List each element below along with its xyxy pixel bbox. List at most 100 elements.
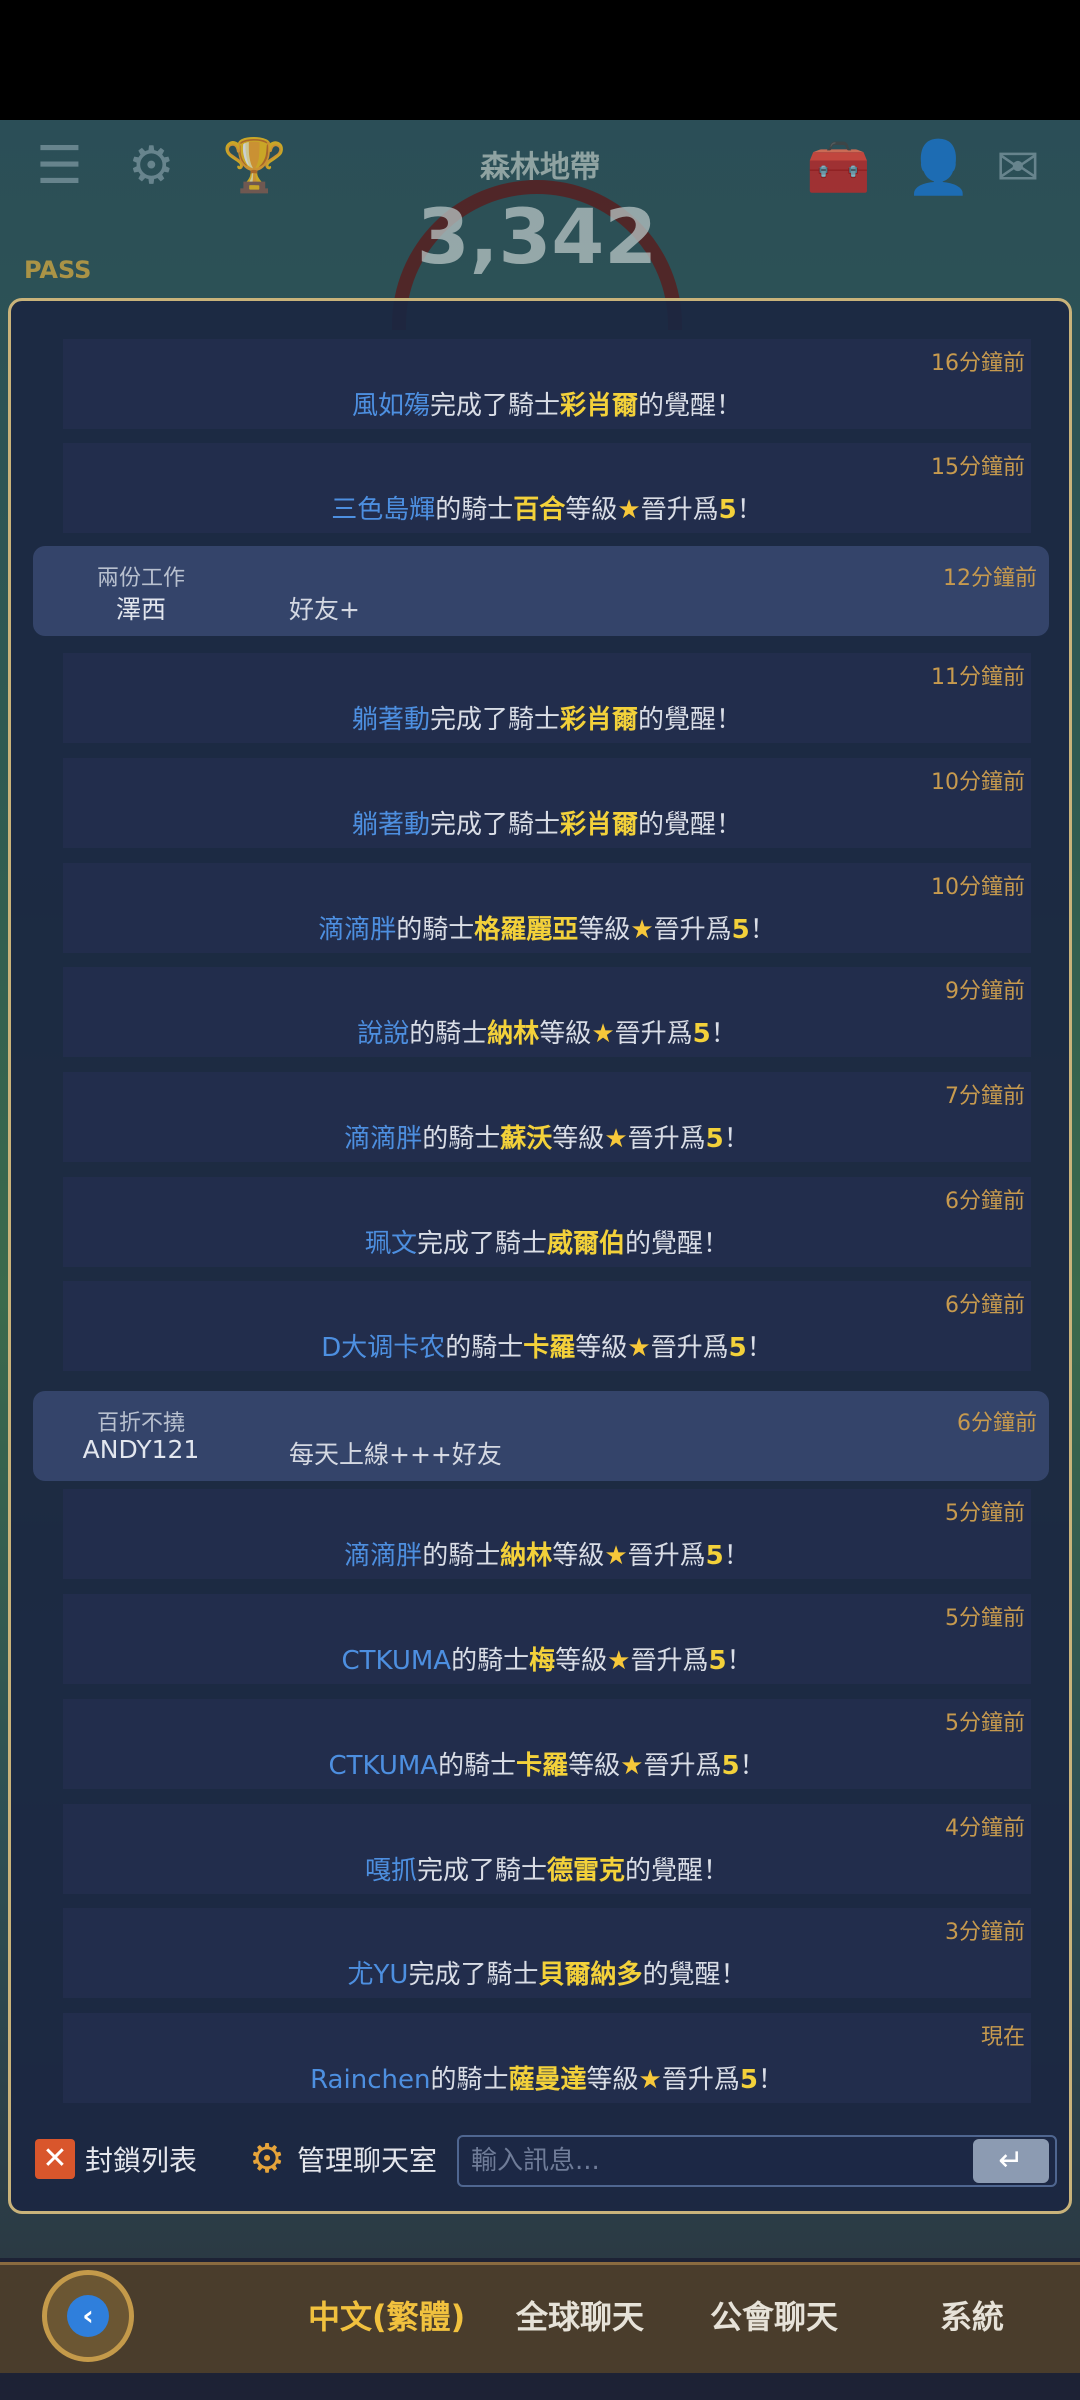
tab-system[interactable]: 系統 — [940, 2292, 1004, 2338]
message-phrase: 完成了騎士 — [416, 1229, 547, 1259]
user-name[interactable]: D大调卡农 — [321, 1333, 445, 1363]
message-phrase: 的騎士 — [451, 1646, 530, 1676]
user-name[interactable]: 滴滴胖 — [318, 915, 396, 945]
message-text: CTKUMA的騎士卡羅等級★晉升爲5！ — [63, 1745, 1031, 1782]
block-list-label: 封鎖列表 — [85, 2144, 198, 2177]
star-icon: ★ — [620, 1751, 644, 1781]
knight-name: 威爾伯 — [547, 1229, 626, 1259]
knight-name: 彩肖爾 — [560, 391, 639, 421]
user-name[interactable]: 說說 — [357, 1019, 409, 1049]
enter-icon: ↵ — [998, 2143, 1024, 2178]
block-icon: ✕ — [35, 2139, 75, 2179]
manage-chatroom-button[interactable]: ⚙ 管理聊天室 — [247, 2137, 437, 2181]
user-name[interactable]: 三色島輝 — [331, 495, 435, 525]
timestamp: 5分鐘前 — [945, 1501, 1025, 1526]
friends-icon[interactable]: 👤 — [906, 142, 971, 194]
message-phrase: 等級 — [568, 1751, 621, 1781]
user-name[interactable]: 風如殤 — [352, 391, 430, 421]
chat-panel: 16分鐘前 風如殤完成了騎士彩肖爾的覺醒！ 15分鐘前 三色島輝的騎士百合等級★晉升爲… — [8, 298, 1072, 2214]
message-phrase: 完成了騎士 — [429, 391, 560, 421]
message-text: 尤YU完成了騎士貝爾納多的覺醒！ — [63, 1954, 1031, 1991]
knight-name: 薩曼達 — [508, 2065, 587, 2095]
tab-guild-chat[interactable]: 公會聊天 — [710, 2292, 838, 2338]
message-phrase: 完成了騎士 — [408, 1960, 539, 1990]
message-text: 三色島輝的騎士百合等級★晉升爲5！ — [63, 489, 1031, 526]
level-value: 5 — [739, 2065, 758, 2095]
user-name[interactable]: 澤西 — [61, 590, 221, 626]
user-name[interactable]: ANDY121 — [61, 1435, 221, 1464]
user-name[interactable]: 嘎抓 — [365, 1856, 417, 1886]
knight-name: 卡羅 — [523, 1333, 576, 1363]
user-name[interactable]: CTKUMA — [328, 1751, 438, 1781]
chat-text: 每天上線+++好友 — [289, 1440, 502, 1469]
user-name[interactable]: 滴滴胖 — [344, 1124, 422, 1154]
knight-name: 彩肖爾 — [560, 705, 639, 735]
timestamp: 4分鐘前 — [945, 1816, 1025, 1841]
message-phrase: 等級 — [578, 915, 631, 945]
pass-badge[interactable]: PASS — [24, 256, 91, 284]
message-phrase: 的騎士 — [409, 1019, 488, 1049]
message-phrase: 晉升爲 — [627, 1541, 706, 1571]
score-value: 3,342 — [416, 192, 658, 281]
message-phrase: 的騎士 — [422, 1541, 501, 1571]
back-arrow-icon: ‹ — [67, 2295, 109, 2337]
timestamp: 5分鐘前 — [945, 1606, 1025, 1631]
system-message: 6分鐘前 珮文完成了騎士威爾伯的覺醒！ — [63, 1177, 1031, 1267]
message-phrase: ！ — [736, 495, 763, 525]
message-phrase: 晉升爲 — [653, 915, 732, 945]
user-name[interactable]: CTKUMA — [341, 1646, 451, 1676]
trophy-icon[interactable]: 🏆 — [222, 140, 287, 192]
timestamp: 16分鐘前 — [931, 351, 1025, 376]
timestamp: 15分鐘前 — [931, 455, 1025, 480]
timestamp: 10分鐘前 — [931, 770, 1025, 795]
user-name[interactable]: 躺著動 — [352, 705, 430, 735]
level-value: 5 — [705, 1541, 724, 1571]
timestamp: 5分鐘前 — [945, 1711, 1025, 1736]
message-text: 說說的騎士納林等級★晉升爲5！ — [63, 1013, 1031, 1050]
user-name[interactable]: 躺著動 — [352, 810, 430, 840]
system-message: 3分鐘前尤YU完成了騎士貝爾納多的覺醒！ — [63, 1908, 1031, 1998]
mail-icon[interactable]: ✉ — [996, 142, 1040, 194]
system-message: 5分鐘前 CTKUMA的騎士卡羅等級★晉升爲5！ — [63, 1699, 1031, 1789]
system-message: 5分鐘前 滴滴胖的騎士納林等級★晉升爲5！ — [63, 1489, 1031, 1579]
user-title: 百折不撓 — [96, 1411, 185, 1436]
system-message: 11分鐘前 躺著動完成了騎士彩肖爾的覺醒！ — [63, 653, 1031, 743]
timestamp: 3分鐘前 — [945, 1920, 1025, 1945]
user-title: 兩份工作 — [96, 566, 185, 591]
user-chat-message[interactable]: 兩份工作 澤西 好友+ 12分鐘前 — [33, 546, 1049, 636]
toolbox-icon[interactable]: 🧰 — [806, 142, 871, 194]
message-phrase: 的騎士 — [445, 1333, 524, 1363]
settings-gear-icon[interactable]: ⚙ — [128, 140, 175, 192]
block-list-button[interactable]: ✕ 封鎖列表 — [35, 2137, 197, 2181]
message-phrase: 的騎士 — [422, 1124, 501, 1154]
level-value: 5 — [705, 1124, 724, 1154]
tab-global-chat[interactable]: 全球聊天 — [516, 2292, 644, 2338]
user-name[interactable]: Rainchen — [310, 2065, 430, 2095]
chat-toolbar: ✕ 封鎖列表 ⚙ 管理聊天室 ↵ — [11, 2111, 1069, 2211]
system-message: 7分鐘前 滴滴胖的騎士蘇沃等級★晉升爲5！ — [63, 1072, 1031, 1162]
star-icon: ★ — [627, 1333, 651, 1363]
user-name[interactable]: 滴滴胖 — [344, 1541, 422, 1571]
message-text: CTKUMA的騎士梅等級★晉升爲5！ — [63, 1640, 1031, 1677]
menu-icon[interactable]: ☰ — [36, 140, 83, 192]
gear-icon: ⚙ — [249, 2136, 285, 2182]
user-name[interactable]: 尤YU — [348, 1960, 409, 1990]
message-phrase: 的騎士 — [430, 2065, 509, 2095]
message-input[interactable] — [457, 2135, 1057, 2187]
user-name[interactable]: 珮文 — [365, 1229, 417, 1259]
back-button[interactable]: ‹ — [42, 2270, 134, 2362]
message-phrase: 晉升爲 — [650, 1333, 729, 1363]
user-chat-message[interactable]: 百折不撓 ANDY121 每天上線+++好友 6分鐘前 — [33, 1391, 1049, 1481]
knight-name: 蘇沃 — [500, 1124, 553, 1154]
message-phrase: 等級 — [552, 1541, 605, 1571]
star-icon: ★ — [604, 1124, 628, 1154]
send-button[interactable]: ↵ — [973, 2139, 1049, 2183]
message-phrase: 的覺醒！ — [642, 1960, 747, 1990]
message-phrase: 完成了騎士 — [429, 705, 560, 735]
message-text: 滴滴胖的騎士格羅麗亞等級★晉升爲5！ — [63, 909, 1031, 946]
message-phrase: 晉升爲 — [643, 1751, 722, 1781]
system-message: 6分鐘前 D大调卡农的騎士卡羅等級★晉升爲5！ — [63, 1281, 1031, 1371]
tab-chinese-traditional[interactable]: 中文(繁體) — [308, 2292, 465, 2338]
timestamp: 9分鐘前 — [945, 979, 1025, 1004]
level-value: 5 — [708, 1646, 727, 1676]
